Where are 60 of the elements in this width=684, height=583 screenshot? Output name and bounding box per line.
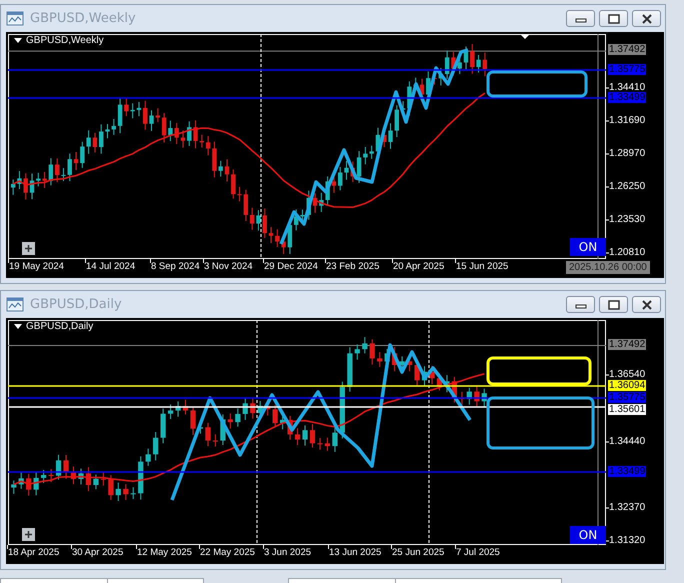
date-axis-label: 15 Jun 2025 (456, 260, 508, 273)
date-axis-label: 3 Nov 2024 (204, 260, 253, 273)
date-axis-label: 13 Jun 2025 (329, 546, 382, 559)
price-tag: 1.37492 (608, 44, 646, 55)
expand-button[interactable] (22, 528, 35, 541)
dropdown-triangle-icon[interactable] (14, 324, 22, 330)
shift-marker-icon (520, 34, 530, 39)
price-tag: 1.35775 (608, 392, 646, 403)
date-axis-label: 19 May 2024 (9, 260, 64, 273)
date-axis-label: 8 Sep 2024 (151, 260, 200, 273)
maximize-button[interactable] (599, 296, 628, 313)
restore-icon (608, 14, 620, 24)
close-button[interactable] (632, 10, 661, 27)
window-title: GBPUSD,Weekly (30, 11, 137, 26)
minimize-button[interactable] (566, 10, 595, 27)
on-button[interactable]: ON (570, 526, 606, 544)
price-axis-label: 1.34410 (608, 82, 646, 93)
close-button[interactable] (632, 296, 661, 313)
price-axis-label: 1.31320 (608, 535, 646, 546)
price-tag: 1.35775 (608, 64, 646, 75)
on-button[interactable]: ON (570, 238, 606, 256)
date-axis-label: 22 May 2025 (200, 546, 255, 559)
price-tag: 1.33499 (608, 466, 646, 477)
date-axis-label: 23 Feb 2025 (326, 260, 380, 273)
price-axis-label: 1.34440 (608, 436, 646, 447)
symbol-label: GBPUSD,Daily (26, 321, 94, 332)
price-tag: 1.37492 (608, 339, 646, 350)
date-axis-label: 20 Apr 2025 (393, 260, 444, 273)
date-axis-label: 14 Jul 2024 (86, 260, 136, 273)
date-axis-label: 25 Jun 2025 (392, 546, 444, 559)
price-axis-label: 1.36540 (608, 369, 646, 380)
price-tag: 1.33499 (608, 92, 646, 103)
crosshair-time-label: 2025.10.26 00:00 (566, 261, 650, 274)
plus-icon (22, 242, 35, 255)
price-tag: 1.36094 (608, 380, 646, 391)
expand-button[interactable] (22, 242, 35, 255)
minimize-button[interactable] (566, 296, 595, 313)
price-axis-label: 1.23530 (608, 214, 646, 225)
date-axis-label: 3 Jun 2025 (264, 546, 312, 559)
price-axis-label: 1.32370 (608, 502, 646, 513)
date-axis-label: 12 May 2025 (137, 546, 192, 559)
price-axis-label: 1.20810 (608, 247, 646, 258)
date-axis-label: 30 Apr 2025 (72, 546, 124, 559)
maximize-button[interactable] (599, 10, 628, 27)
window-title: GBPUSD,Daily (30, 297, 123, 312)
date-axis-label: 29 Dec 2024 (264, 260, 318, 273)
date-axis-label: 7 Jul 2025 (456, 546, 500, 559)
close-icon (640, 14, 652, 24)
price-tag: 1.35601 (608, 404, 646, 415)
price-axis-label: 1.28970 (608, 148, 646, 159)
chart-window-icon (6, 296, 24, 312)
chart-window-icon (6, 10, 24, 26)
close-icon (640, 300, 652, 310)
symbol-label: GBPUSD,Weekly (26, 35, 104, 46)
restore-icon (608, 300, 620, 310)
plus-icon (22, 528, 35, 541)
price-axis-label: 1.26250 (608, 181, 646, 192)
dropdown-triangle-icon[interactable] (14, 38, 22, 44)
date-axis-label: 18 Apr 2025 (8, 546, 60, 559)
price-axis-label: 1.31690 (608, 115, 646, 126)
